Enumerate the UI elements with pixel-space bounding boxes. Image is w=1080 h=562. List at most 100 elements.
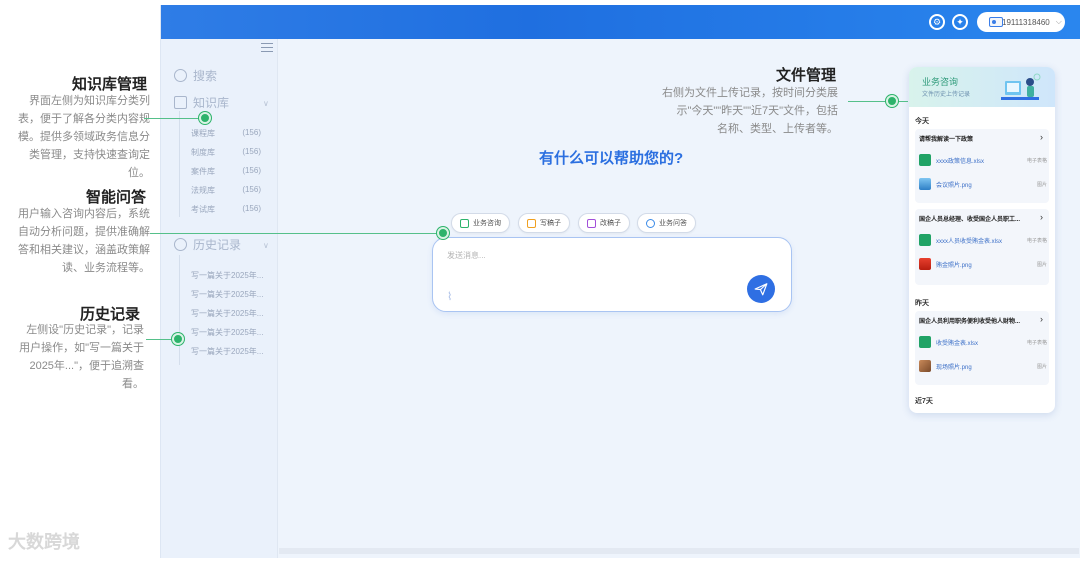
office-illustration-icon (1001, 73, 1041, 100)
annotation-line: 界面左侧为知识库分类列 (29, 95, 150, 107)
file-name: 贿金照片.png (936, 262, 972, 269)
chip-business-qa[interactable]: 业务问答 (637, 213, 696, 233)
kb-item-name: 考试库 (191, 205, 215, 214)
file-type: 图片 (1036, 261, 1047, 268)
image-file-icon (919, 258, 931, 270)
chip-label: 业务问答 (659, 220, 687, 227)
history-item[interactable]: 写一篇关于2025年... (191, 270, 263, 281)
chevron-right-icon[interactable]: › (1040, 314, 1043, 324)
annotation-line: 位。 (128, 167, 150, 179)
file-name: 收受贿金表.xlsx (936, 340, 979, 347)
annotation-line: 表，便于了解各分类内容规 (18, 113, 150, 125)
user-account-dropdown[interactable]: 19111318460 ⌵ (977, 12, 1065, 32)
message-input[interactable]: 发送消息... ⌇ (432, 237, 792, 312)
annotation-text: 界面左侧为知识库分类列 表，便于了解各分类内容规 模。提供多领域政务信息分 类管… (10, 92, 150, 182)
clock-icon (174, 238, 187, 251)
chip-business-consult[interactable]: 业务咨询 (451, 213, 510, 233)
annotation-text: 左侧设"历史记录"，记录 用户操作，如"写一篇关于 2025年..."，便于追溯… (10, 321, 144, 393)
excel-file-icon (919, 234, 931, 246)
sidebar-collapse-icon[interactable] (261, 43, 273, 53)
annotation-line: 模。提供多领域政务信息分 (18, 131, 150, 143)
watermark-logo: 大数跨境 (8, 532, 80, 552)
chevron-right-icon[interactable]: › (1040, 132, 1043, 142)
chip-label: 写稿子 (540, 220, 561, 227)
history-item[interactable]: 写一篇关于2025年... (191, 308, 263, 319)
kb-item-name: 制度库 (191, 148, 215, 157)
chip-write-draft[interactable]: 写稿子 (518, 213, 570, 233)
history-item[interactable]: 写一篇关于2025年... (191, 346, 263, 357)
file-row[interactable]: 贿金照片.png 图片 (919, 256, 1047, 272)
kb-item-count: (156) (242, 128, 261, 137)
tree-line (179, 111, 180, 217)
id-card-icon (989, 17, 1003, 27)
send-button[interactable] (747, 275, 775, 303)
search-icon (174, 69, 187, 82)
history-item[interactable]: 写一篇关于2025年... (191, 327, 263, 338)
connector-line (150, 233, 442, 234)
annotation-title: 智能问答 (86, 189, 147, 206)
kb-item-count: (156) (242, 166, 261, 175)
marker-dot (199, 112, 211, 124)
kb-item[interactable]: 法规库 (156) (191, 185, 261, 196)
chip-label: 改稿子 (600, 220, 621, 227)
message-input-placeholder: 发送消息... (447, 251, 486, 260)
group-label-today: 今天 (915, 118, 929, 125)
sidebar-history[interactable]: 历史记录 (174, 236, 241, 253)
annotation-line: 用户输入咨询内容后，系统 (18, 208, 150, 220)
marker-dot (437, 227, 449, 239)
sidebar-search[interactable]: 搜索 (174, 67, 217, 84)
ai-assistant-icon[interactable]: ✦ (952, 14, 968, 30)
annotation-line: 名称、类型、上传者等。 (717, 123, 838, 135)
file-row[interactable]: 收受贿金表.xlsx 电子表格 (919, 334, 1047, 350)
settings-gear-icon[interactable]: ⚙ (929, 14, 945, 30)
file-row[interactable]: xxxx政策信息.xlsx 电子表格 (919, 152, 1047, 168)
kb-item[interactable]: 课程库 (156) (191, 128, 261, 139)
welcome-headline: 有什么可以帮助您的? (539, 150, 684, 167)
consult-card[interactable]: 国企人员总经理、收受国企人员职工... › xxxx人员收受贿金表.xlsx 电… (915, 209, 1049, 285)
image-file-icon (919, 360, 931, 372)
chevron-down-icon[interactable]: ∨ (263, 99, 269, 108)
horizontal-scrollbar[interactable] (279, 548, 1079, 554)
connector-line (144, 118, 204, 119)
sidebar-knowledge-base[interactable]: 知识库 (174, 94, 229, 111)
user-id: 19111318460 (1002, 17, 1050, 27)
excel-file-icon (919, 336, 931, 348)
group-label-last-7-days: 近7天 (915, 398, 933, 405)
consult-card[interactable]: 国企人员利用职务便利收受他人财物... › 收受贿金表.xlsx 电子表格 现场… (915, 311, 1049, 385)
chevron-down-icon[interactable]: ∨ (263, 241, 269, 250)
annotation-line: 答和相关建议，涵盖政策解 (18, 244, 150, 256)
file-type: 电子表格 (1026, 157, 1047, 164)
history-item[interactable]: 写一篇关于2025年... (191, 289, 263, 300)
file-name: 会议照片.png (936, 182, 972, 189)
annotation-line: 自动分析问题，提供准确解 (18, 226, 150, 238)
chat-bubble-icon (646, 218, 655, 228)
connector-line (848, 101, 908, 102)
file-name: xxxx人员收受贿金表.xlsx (936, 238, 1003, 245)
file-type: 图片 (1036, 363, 1047, 370)
kb-item[interactable]: 考试库 (156) (191, 204, 261, 215)
annotation-line: 看。 (122, 378, 144, 390)
file-row[interactable]: 会议照片.png 图片 (919, 176, 1047, 192)
kb-item-name: 课程库 (191, 129, 215, 138)
file-name: xxxx政策信息.xlsx (936, 158, 985, 165)
annotation-title: 文件管理 (776, 67, 837, 84)
kb-item[interactable]: 案件库 (156) (191, 166, 261, 177)
kb-item[interactable]: 制度库 (156) (191, 147, 261, 158)
attachment-icon[interactable]: ⌇ (447, 290, 452, 303)
group-label-yesterday: 昨天 (915, 300, 929, 307)
image-file-icon (919, 178, 931, 190)
file-row[interactable]: 现场照片.png 图片 (919, 358, 1047, 374)
sidebar-kb-label: 知识库 (193, 96, 230, 110)
kb-item-name: 法规库 (191, 186, 215, 195)
knowledge-base-icon (174, 96, 187, 109)
chip-edit-draft[interactable]: 改稿子 (578, 213, 630, 233)
consult-card[interactable]: 请帮我解读一下政策 › xxxx政策信息.xlsx 电子表格 会议照片.png … (915, 129, 1049, 203)
file-name: 现场照片.png (936, 364, 972, 371)
sidebar-history-label: 历史记录 (193, 238, 242, 252)
card-title: 请帮我解读一下政策 (919, 137, 974, 143)
send-icon (754, 283, 768, 296)
annotation-line: 2025年..."，便于追溯查 (29, 360, 144, 372)
chip-label: 业务咨询 (473, 220, 501, 227)
file-row[interactable]: xxxx人员收受贿金表.xlsx 电子表格 (919, 232, 1047, 248)
chevron-right-icon[interactable]: › (1040, 212, 1043, 222)
